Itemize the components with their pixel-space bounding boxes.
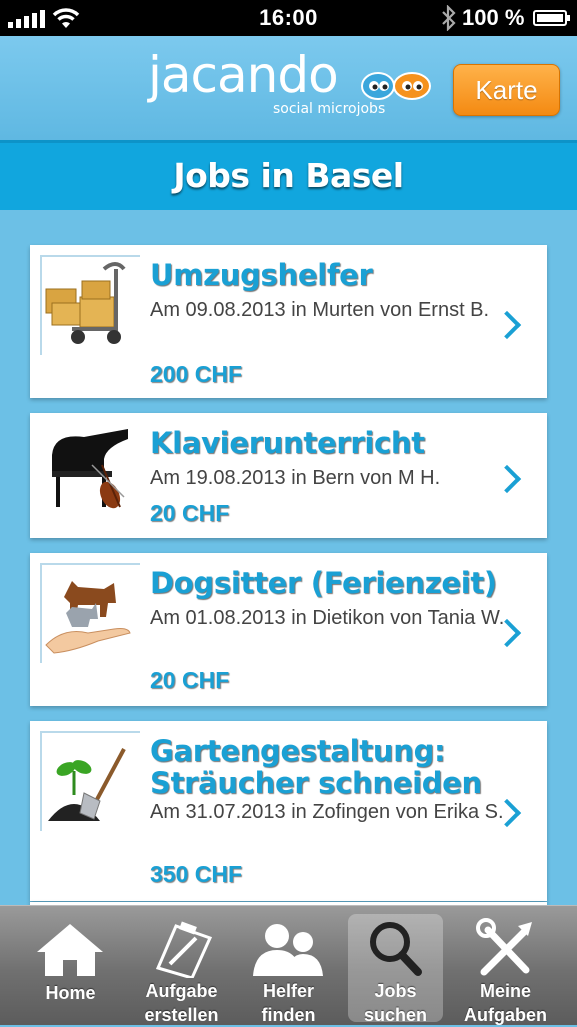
piano-violin-icon (52, 429, 128, 509)
logo-wordmark: jacando (148, 46, 339, 104)
people-icon (253, 924, 323, 976)
battery-icon (533, 10, 570, 26)
tab-aufgabe-erstellen[interactable]: Aufgabe erstellen (134, 914, 229, 1025)
search-icon (370, 922, 422, 976)
tab-label-line1: Helfer (262, 981, 315, 1001)
status-bar: 16:00 100 % (0, 0, 577, 36)
job-list[interactable]: Umzugshelfer Am 09.08.2013 in Murten von… (0, 210, 577, 905)
tab-label: Meine Aufgaben (458, 979, 553, 1027)
tab-home[interactable]: Home (23, 914, 118, 1022)
tools-icon (476, 918, 532, 976)
title-bar: Jobs in Basel (0, 140, 577, 210)
logo-tagline: social microjobs (273, 101, 386, 117)
job-title: Umzugshelfer (150, 258, 373, 292)
job-card[interactable]: Umzugshelfer Am 09.08.2013 in Murten von… (30, 245, 547, 398)
job-card[interactable]: Dogsitter (Ferienzeit) Am 01.08.2013 in … (30, 553, 547, 706)
tab-label: Home (45, 983, 96, 1003)
dog-cat-hand-icon (45, 581, 131, 654)
tab-label-line2: finden (261, 1005, 316, 1025)
jacando-logo: jacando social microjobs (148, 46, 448, 134)
clipboard-pencil-icon (155, 921, 213, 978)
bluetooth-icon (442, 5, 456, 31)
job-price: 200 CHF (150, 361, 243, 387)
job-price: 350 CHF (150, 861, 243, 887)
tab-helfer-finden[interactable]: Helfer finden (241, 914, 336, 1025)
tab-label-line2: erstellen (144, 1005, 219, 1025)
job-meta: Am 09.08.2013 in Murten von Ernst B. (150, 299, 490, 321)
job-price: 20 CHF (150, 500, 230, 526)
tab-label-line1: Aufgabe (145, 981, 218, 1001)
hand-truck-boxes-icon (45, 262, 126, 344)
app-header: jacando social microjobs Karte (0, 36, 577, 140)
job-title: Dogsitter (Ferienzeit) (150, 566, 497, 600)
tab-label: Helfer finden (241, 979, 336, 1027)
job-price: 20 CHF (150, 667, 230, 693)
job-title: Klavierunterricht (150, 426, 425, 460)
tab-bar: Home Aufgabe erstellen Helfer finden Job… (0, 905, 577, 1025)
job-card[interactable]: Klavierunterricht Am 19.08.2013 in Bern … (30, 413, 547, 538)
job-meta: Am 19.08.2013 in Bern von M H. (150, 467, 441, 489)
tab-label-line1: Meine (479, 981, 531, 1001)
tab-jobs-suchen[interactable]: Jobs suchen (348, 914, 443, 1025)
home-icon (37, 924, 103, 976)
tab-label: Aufgabe erstellen (134, 979, 229, 1027)
tab-label: Jobs suchen (348, 979, 443, 1027)
page-title: Jobs in Basel (173, 156, 404, 195)
battery-percentage: 100 % (462, 5, 525, 30)
map-button[interactable]: Karte (453, 64, 560, 116)
tab-meine-aufgaben[interactable]: Meine Aufgaben (458, 914, 553, 1025)
logo-mascot-eyes-icon (361, 72, 431, 100)
tab-label-line1: Jobs (374, 981, 417, 1001)
tab-label-line2: suchen (363, 1005, 428, 1025)
plant-shovel-icon (48, 748, 126, 821)
job-meta: Am 31.07.2013 in Zofingen von Erika S. (150, 801, 504, 823)
job-title: Gartengestaltung: Sträucher schneiden (150, 734, 482, 800)
job-card[interactable]: Gartengestaltung: Sträucher schneiden Am… (30, 721, 547, 901)
job-meta: Am 01.08.2013 in Dietikon von Tania W. (150, 607, 505, 629)
tab-label-line2: Aufgaben (464, 1005, 547, 1025)
